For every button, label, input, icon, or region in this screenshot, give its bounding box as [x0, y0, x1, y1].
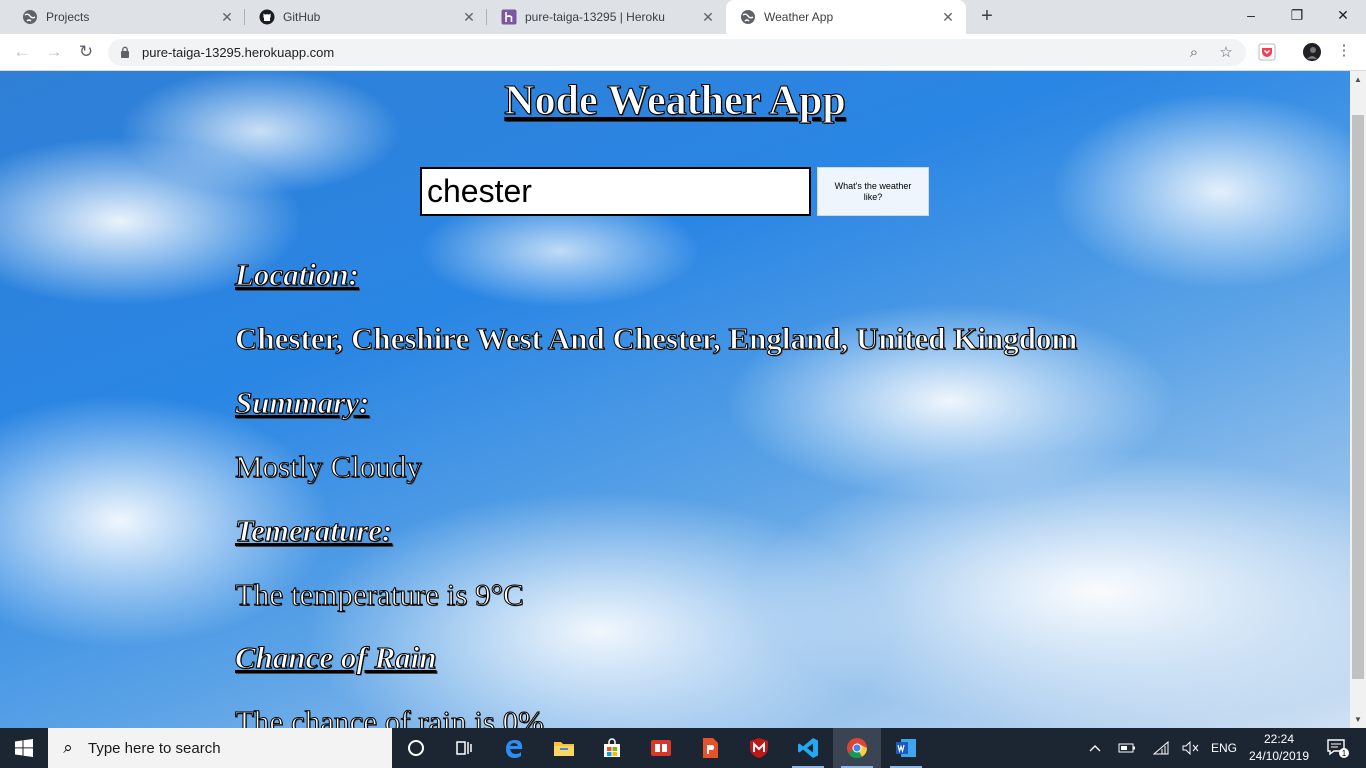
rain-heading: Chance of Rain [235, 640, 438, 676]
taskbar: ⌕ Type here to search ENG 22:24 24/10/20… [0, 728, 1366, 768]
tab-strip: Projects ✕ GitHub ✕ pure-taiga-13295 | H… [0, 0, 1366, 34]
action-center-icon[interactable]: 1 [1318, 728, 1358, 768]
new-tab-button[interactable]: + [976, 6, 998, 28]
word-icon[interactable] [882, 728, 930, 768]
tab-title: Projects [46, 10, 90, 24]
address-bar[interactable]: pure-taiga-13295.herokuapp.com ⌕ ☆ [108, 39, 1246, 66]
back-arrow-icon[interactable]: ← [10, 41, 34, 63]
browser-toolbar: ← → ↻ pure-taiga-13295.herokuapp.com ⌕ ☆… [0, 34, 1366, 71]
page-viewport: Node Weather App What's the weather like… [0, 71, 1350, 728]
clock-time: 22:24 [1263, 732, 1295, 746]
minimize-button[interactable]: – [1236, 4, 1266, 26]
windows-logo-icon [15, 739, 33, 757]
temperature-value: The temperature is 9°C [235, 577, 525, 613]
speaker-muted-icon[interactable] [1180, 728, 1202, 768]
reload-icon[interactable]: ↻ [74, 41, 98, 63]
scroll-down-icon[interactable]: ▼ [1350, 711, 1366, 728]
tab-github[interactable]: GitHub ✕ [245, 0, 487, 34]
summary-value: Mostly Cloudy [235, 449, 423, 485]
tab-title: Weather App [764, 10, 834, 24]
store-icon[interactable] [588, 728, 636, 768]
tab-weather-app[interactable]: Weather App ✕ [726, 0, 966, 34]
github-icon [259, 9, 275, 25]
heroku-icon [501, 9, 517, 25]
temperature-heading: Temerature: [234, 513, 393, 549]
chrome-icon[interactable] [833, 728, 881, 768]
language-indicator[interactable]: ENG [1206, 728, 1242, 768]
battery-icon[interactable] [1116, 728, 1138, 768]
taskbar-search-box[interactable]: ⌕ Type here to search [48, 728, 392, 768]
cortana-icon[interactable] [392, 728, 440, 768]
notification-badge: 1 [1342, 749, 1347, 758]
restore-button[interactable]: ❐ [1282, 4, 1312, 26]
globe-icon [22, 9, 38, 25]
wifi-icon[interactable] [1150, 728, 1172, 768]
edge-icon[interactable] [490, 728, 538, 768]
location-search-input[interactable] [420, 167, 811, 216]
page-scrollbar[interactable]: ▲ ▼ [1350, 71, 1366, 728]
menu-kebab-icon[interactable]: ⋮ [1334, 41, 1354, 61]
file-explorer-icon[interactable] [540, 728, 588, 768]
tab-title: GitHub [283, 10, 321, 24]
clock-date: 24/10/2019 [1248, 749, 1310, 763]
forward-arrow-icon[interactable]: → [42, 41, 66, 63]
tab-projects[interactable]: Projects ✕ [8, 0, 245, 34]
tab-title: pure-taiga-13295 | Heroku [525, 10, 665, 24]
vscode-icon[interactable] [784, 728, 832, 768]
chevron-up-icon[interactable] [1084, 728, 1106, 768]
avatar[interactable] [1302, 42, 1322, 62]
location-value: Chester, Cheshire West And Chester, Engl… [234, 321, 1078, 357]
start-button[interactable] [0, 728, 48, 768]
taskbar-search-placeholder: Type here to search [88, 739, 221, 757]
close-icon[interactable]: ✕ [940, 9, 956, 25]
get-weather-button[interactable]: What's the weather like? [817, 167, 929, 216]
close-window-button[interactable]: ✕ [1328, 4, 1358, 26]
tab-heroku[interactable]: pure-taiga-13295 | Heroku ✕ [487, 0, 726, 34]
rain-value: The chance of rain is 0% [234, 704, 545, 729]
pdf-app-icon[interactable] [686, 728, 734, 768]
search-icon: ⌕ [63, 738, 73, 757]
close-icon[interactable]: ✕ [700, 9, 716, 25]
url-text: pure-taiga-13295.herokuapp.com [142, 45, 335, 60]
mcafee-icon[interactable] [735, 728, 783, 768]
globe-icon [740, 9, 756, 25]
clock[interactable]: 22:24 24/10/2019 [1244, 731, 1314, 765]
task-view-icon[interactable] [440, 728, 488, 768]
reader-app-icon[interactable] [637, 728, 685, 768]
summary-heading: Summary: [234, 385, 370, 421]
page-title: Node Weather App [504, 78, 847, 125]
close-icon[interactable]: ✕ [219, 9, 235, 25]
pocket-extension-icon[interactable] [1257, 42, 1277, 62]
bookmark-star-icon[interactable]: ☆ [1216, 43, 1236, 63]
location-heading: Location: [235, 257, 360, 293]
scroll-up-icon[interactable]: ▲ [1350, 71, 1366, 88]
zoom-icon[interactable]: ⌕ [1184, 43, 1204, 63]
close-icon[interactable]: ✕ [461, 9, 477, 25]
lock-icon [121, 46, 129, 58]
scrollbar-thumb[interactable] [1352, 115, 1364, 679]
